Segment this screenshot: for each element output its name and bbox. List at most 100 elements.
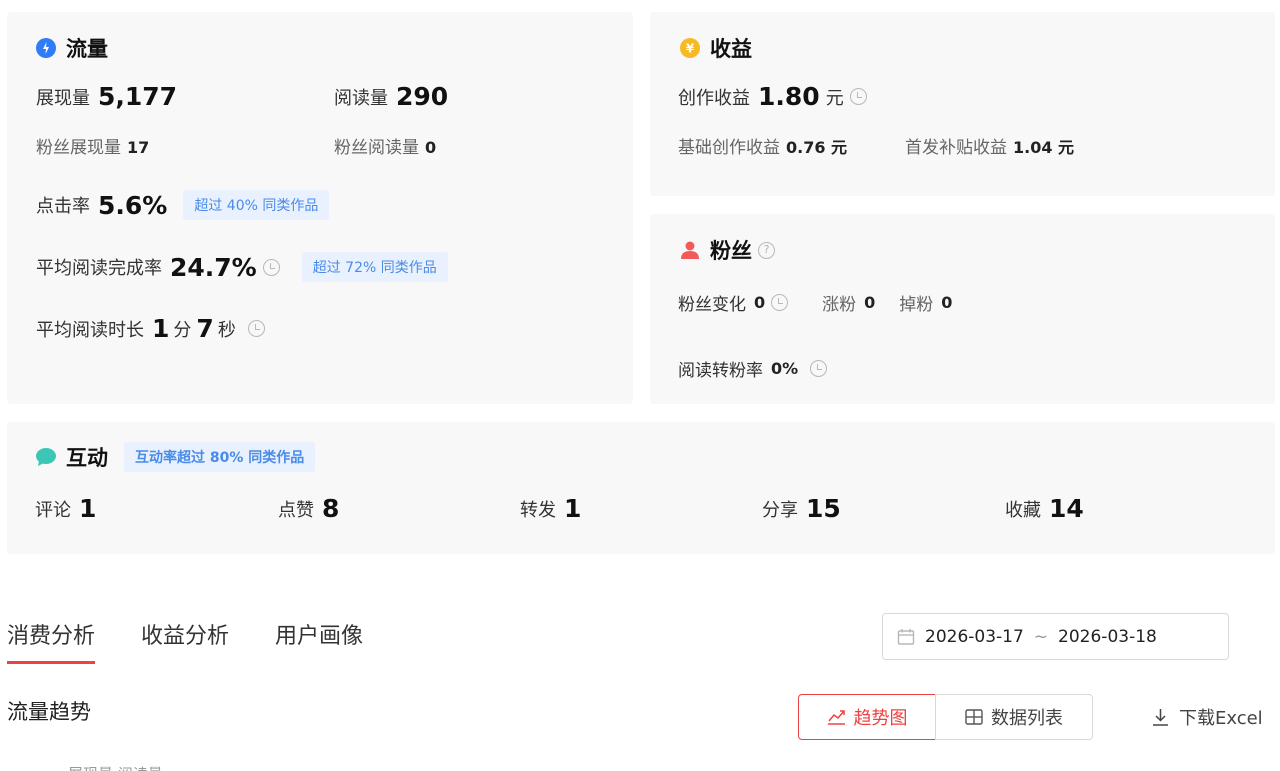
- fan-impressions-value: 17: [127, 138, 150, 157]
- impressions-value: 5,177: [98, 82, 178, 111]
- fan-loss-label: 掉粉: [899, 295, 934, 315]
- table-icon: [965, 709, 983, 725]
- fan-change-value: 0: [754, 293, 766, 312]
- date-range-picker[interactable]: 2026-03-17 ~ 2026-03-18: [882, 613, 1229, 660]
- read-to-fan-label: 阅读转粉率: [678, 361, 763, 381]
- history-clock-icon[interactable]: [810, 360, 828, 377]
- history-clock-icon[interactable]: [771, 294, 789, 311]
- metric-label: 收藏: [1005, 499, 1041, 521]
- fan-reads-label: 粉丝阅读量: [334, 138, 419, 158]
- subsidy-income-metric: 首发补贴收益 1.04 元: [905, 133, 1074, 158]
- download-icon: [1153, 709, 1168, 726]
- download-excel-label: 下载Excel: [1179, 708, 1263, 729]
- completion-label: 平均阅读完成率: [36, 258, 162, 279]
- metric-label: 点赞: [278, 499, 314, 521]
- interaction-metric-reposts: 转发 1: [520, 494, 581, 523]
- creation-income-metric: 创作收益 1.80 元: [678, 82, 867, 111]
- income-card: ¥ 收益 创作收益 1.80 元 基础创作收益 0.76 元 首发补贴收益 1.04…: [650, 12, 1275, 196]
- metric-value: 14: [1049, 494, 1084, 523]
- completion-badge: 超过 72% 同类作品: [301, 252, 448, 282]
- base-income-label: 基础创作收益: [678, 138, 780, 158]
- creation-income-unit: 元: [825, 87, 844, 109]
- read-to-fan-row: 阅读转粉率 0%: [678, 356, 828, 381]
- tab-income-analysis[interactable]: 收益分析: [141, 618, 229, 664]
- interaction-badge: 互动率超过 80% 同类作品: [124, 442, 316, 472]
- fan-gain-label: 涨粉: [822, 295, 857, 315]
- traffic-title: 流量: [66, 37, 108, 61]
- traffic-trend-title: 流量趋势: [7, 700, 91, 724]
- help-icon[interactable]: ?: [758, 241, 775, 259]
- person-icon: [681, 241, 699, 259]
- coin-icon: ¥: [680, 38, 700, 58]
- interaction-title: 互动: [66, 446, 108, 470]
- completion-value: 24.7%: [170, 252, 257, 282]
- creation-income-value: 1.80: [758, 82, 820, 111]
- fans-title: 粉丝: [710, 239, 752, 263]
- metric-value: 1: [564, 494, 582, 523]
- traffic-card: 流量 展现量 5,177 阅读量 290 粉丝展现量 17 粉丝阅读量 0 点击率 …: [7, 12, 633, 404]
- duration-label: 平均阅读时长: [36, 319, 144, 341]
- fan-change-row: 粉丝变化 0 涨粉 0 掉粉 0: [678, 290, 952, 315]
- reads-value: 290: [396, 82, 449, 111]
- tab-user-profile[interactable]: 用户画像: [275, 618, 363, 664]
- read-to-fan-value: 0%: [771, 359, 799, 378]
- duration-seconds: 7: [196, 314, 214, 343]
- history-clock-icon[interactable]: [247, 320, 265, 337]
- metric-value: 8: [322, 494, 340, 523]
- chart-legend-partial: 展现量 阅读量: [68, 763, 163, 771]
- ctr-label: 点击率: [36, 196, 90, 217]
- fan-gain-value: 0: [864, 293, 876, 312]
- base-income-value: 0.76 元: [786, 138, 848, 157]
- line-chart-icon: [827, 709, 845, 725]
- calendar-icon: [897, 628, 915, 645]
- drop-icon: [36, 38, 56, 58]
- traffic-title-row: 流量: [36, 33, 108, 63]
- metric-value: 1: [79, 494, 97, 523]
- metric-label: 评论: [35, 499, 71, 521]
- fan-reads-metric: 粉丝阅读量 0: [334, 133, 436, 158]
- data-list-button[interactable]: 数据列表: [935, 694, 1093, 740]
- metric-label: 分享: [762, 499, 798, 521]
- metric-value: 15: [806, 494, 841, 523]
- fan-loss-value: 0: [941, 293, 953, 312]
- fan-impressions-label: 粉丝展现量: [36, 138, 121, 158]
- trend-chart-button[interactable]: 趋势图: [798, 694, 936, 740]
- interaction-metric-comments: 评论 1: [35, 494, 96, 523]
- interaction-title-row: 互动 互动率超过 80% 同类作品: [36, 442, 316, 472]
- reads-label: 阅读量: [334, 87, 388, 109]
- tab-consumption-analysis[interactable]: 消费分析: [7, 618, 96, 664]
- download-excel-button[interactable]: 下载Excel: [1152, 704, 1263, 730]
- history-clock-icon[interactable]: [262, 258, 280, 276]
- income-title-row: ¥ 收益: [680, 33, 752, 63]
- subsidy-income-value: 1.04 元: [1013, 138, 1075, 157]
- impressions-label: 展现量: [36, 87, 90, 109]
- interaction-metric-shares: 分享 15: [762, 494, 841, 523]
- reads-metric: 阅读量 290: [334, 82, 448, 111]
- base-income-metric: 基础创作收益 0.76 元: [678, 133, 847, 158]
- svg-text:¥: ¥: [686, 42, 695, 56]
- impressions-metric: 展现量 5,177: [36, 82, 177, 111]
- creation-income-label: 创作收益: [678, 87, 750, 109]
- completion-metric: 平均阅读完成率 24.7% 超过 72% 同类作品: [36, 252, 448, 282]
- duration-seconds-unit: 秒: [217, 319, 236, 341]
- date-separator: ~: [1033, 626, 1049, 647]
- history-clock-icon[interactable]: [849, 88, 867, 105]
- interaction-metric-favorites: 收藏 14: [1005, 494, 1084, 523]
- fan-impressions-metric: 粉丝展现量 17: [36, 133, 149, 158]
- analysis-tabs: 消费分析 收益分析 用户画像: [7, 618, 363, 664]
- date-end[interactable]: 2026-03-18: [1058, 627, 1157, 647]
- duration-minutes-unit: 分: [173, 319, 192, 341]
- duration-metric: 平均阅读时长 1 分 7 秒: [36, 314, 265, 343]
- data-list-label: 数据列表: [991, 708, 1063, 729]
- ctr-metric: 点击率 5.6% 超过 40% 同类作品: [36, 190, 330, 220]
- metric-label: 转发: [520, 499, 556, 521]
- fans-card: 粉丝 ? 粉丝变化 0 涨粉 0 掉粉 0 阅读转粉率 0%: [650, 214, 1275, 404]
- ctr-badge: 超过 40% 同类作品: [183, 190, 330, 220]
- fan-change-label: 粉丝变化: [678, 295, 746, 315]
- date-start[interactable]: 2026-03-17: [925, 627, 1024, 647]
- income-title: 收益: [710, 37, 752, 61]
- subsidy-income-label: 首发补贴收益: [905, 138, 1007, 158]
- fan-reads-value: 0: [425, 138, 437, 157]
- interaction-card: 互动 互动率超过 80% 同类作品 评论 1 点赞 8 转发 1 分享 15 收…: [7, 422, 1275, 554]
- fans-title-row: 粉丝 ?: [680, 235, 775, 265]
